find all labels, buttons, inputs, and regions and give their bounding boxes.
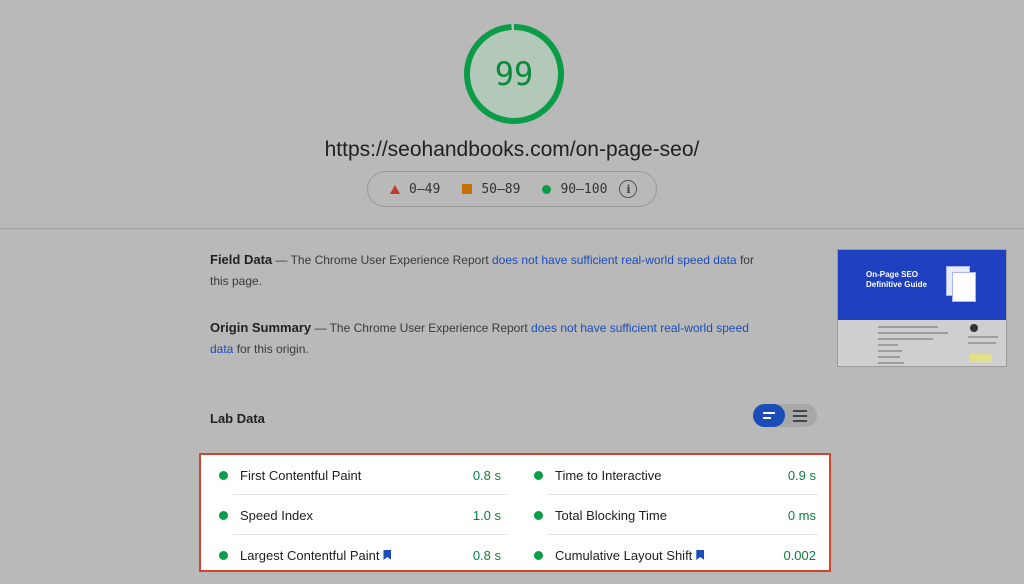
square-average-icon <box>462 184 473 194</box>
thumbnail-text-line <box>968 336 998 338</box>
thumbnail-text-line <box>878 362 904 364</box>
metric-largest-contentful-paint: Largest Contentful Paint 0.8 s <box>213 535 501 575</box>
legend-pass: 90–100 <box>542 182 607 197</box>
performance-score: 99 <box>494 55 534 93</box>
page-screenshot-thumbnail: On-Page SEO Definitive Guide <box>837 249 1007 367</box>
bookmark-icon[interactable] <box>696 550 705 560</box>
thumbnail-text-line <box>878 326 938 328</box>
lab-metrics-panel: First Contentful Paint 0.8 s Time to Int… <box>199 453 831 572</box>
thumbnail-avatar <box>970 324 978 332</box>
score-legend: 0–49 50–89 90–100 i <box>367 171 657 207</box>
pass-dot-icon <box>219 550 228 560</box>
thumbnail-text-line <box>968 342 996 344</box>
origin-summary-section: Origin Summary — The Chrome User Experie… <box>210 317 770 360</box>
metrics-view-toggle[interactable] <box>753 404 817 427</box>
pass-dot-icon <box>534 550 543 560</box>
field-data-section: Field Data — The Chrome User Experience … <box>210 249 770 292</box>
origin-summary-title: Origin Summary <box>210 320 312 335</box>
legend-average: 50–89 <box>462 182 520 197</box>
thumbnail-text-line <box>878 338 933 340</box>
legend-fail: 0–49 <box>390 182 440 197</box>
field-data-text: — The Chrome User Experience Report <box>272 253 492 267</box>
section-divider <box>0 228 1024 229</box>
metric-value: 0 ms <box>787 507 816 523</box>
legend-average-label: 50–89 <box>481 181 521 197</box>
pass-dot-icon <box>219 470 228 480</box>
field-data-link[interactable]: does not have sufficient real-world spee… <box>492 253 737 267</box>
pass-dot-icon <box>534 510 543 520</box>
legend-pass-label: 90–100 <box>560 181 608 197</box>
thumbnail-text-line <box>878 356 900 358</box>
thumbnail-text-line <box>878 332 948 334</box>
metric-label: First Contentful Paint <box>240 467 362 483</box>
metric-value: 0.8 s <box>472 467 501 483</box>
field-data-title: Field Data <box>210 252 273 267</box>
metric-value: 0.002 <box>783 547 816 563</box>
metric-label: Time to Interactive <box>555 467 662 483</box>
metric-total-blocking-time: Total Blocking Time 0 ms <box>528 495 816 535</box>
pass-dot-icon <box>534 470 543 480</box>
document-illustration-icon-2 <box>952 272 976 302</box>
triangle-fail-icon <box>390 184 400 194</box>
pass-dot-icon <box>219 510 228 520</box>
metric-label: Cumulative Layout Shift <box>555 547 693 563</box>
page-url: https://seohandbooks.com/on-page-seo/ <box>324 138 700 161</box>
metric-cumulative-layout-shift: Cumulative Layout Shift 0.002 <box>528 535 816 575</box>
bookmark-icon[interactable] <box>383 550 392 560</box>
metric-first-contentful-paint: First Contentful Paint 0.8 s <box>213 455 501 495</box>
thumbnail-text-line <box>878 344 898 346</box>
metric-time-to-interactive: Time to Interactive 0.9 s <box>528 455 816 495</box>
thumbnail-text-line <box>878 350 902 352</box>
metric-speed-index: Speed Index 1.0 s <box>213 495 501 535</box>
metric-value: 1.0 s <box>472 507 501 523</box>
origin-summary-text-end: for this origin. <box>233 342 309 356</box>
metric-label: Total Blocking Time <box>555 507 667 523</box>
lab-data-title: Lab Data <box>210 411 265 426</box>
metric-label: Largest Contentful Paint <box>240 547 380 563</box>
compact-view-icon[interactable] <box>753 404 785 427</box>
origin-summary-text: — The Chrome User Experience Report <box>311 321 532 335</box>
legend-fail-label: 0–49 <box>409 181 441 197</box>
info-icon[interactable]: i <box>619 180 638 198</box>
circle-pass-icon <box>542 184 552 194</box>
thumbnail-hero-title: On-Page SEO Definitive Guide <box>866 270 927 289</box>
metric-value: 0.9 s <box>787 467 816 483</box>
expanded-view-icon[interactable] <box>787 404 817 427</box>
thumbnail-note <box>970 354 992 362</box>
metric-label: Speed Index <box>240 507 314 523</box>
metric-value: 0.8 s <box>472 547 501 563</box>
